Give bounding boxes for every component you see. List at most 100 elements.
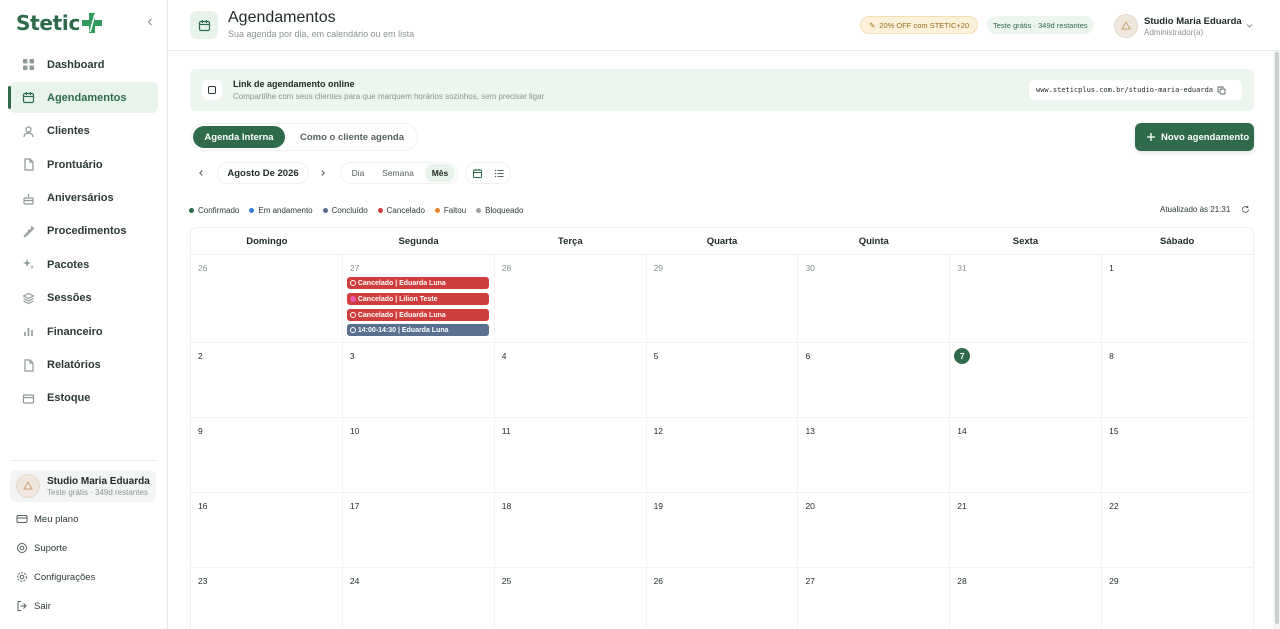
today-badge: 7: [954, 348, 971, 364]
logout-link[interactable]: Sair: [16, 599, 51, 613]
sidebar-item-estoque[interactable]: Estoque: [10, 383, 158, 414]
sidebar-item-aniversarios[interactable]: Aniversários: [10, 183, 158, 214]
refresh-icon[interactable]: [1241, 205, 1250, 214]
calendar-day[interactable]: 21: [950, 493, 1103, 567]
studio-card[interactable]: Studio Maria Eduarda Teste grátis · 349d…: [10, 470, 156, 502]
calendar-day[interactable]: 17: [343, 493, 495, 567]
sidebar-item-dashboard[interactable]: Dashboard: [10, 49, 158, 80]
calendar-day[interactable]: 5: [647, 343, 799, 417]
calendar-day[interactable]: 12: [647, 418, 799, 492]
page-subtitle: Sua agenda por dia, em calendário ou em …: [228, 29, 415, 39]
page-header: Agendamentos Sua agenda por dia, em cale…: [168, 0, 1280, 51]
calendar-day[interactable]: 29: [1102, 568, 1253, 628]
banner-subtitle: Compartilhe com seus clientes para que m…: [233, 92, 545, 101]
view-month-button[interactable]: Mês: [425, 164, 455, 182]
sidebar-item-pacotes[interactable]: Pacotes: [10, 249, 158, 280]
file-icon: [22, 358, 35, 372]
promo-badge[interactable]: ✎ 20% OFF com STETIC+20: [860, 16, 979, 34]
calendar-day[interactable]: 13: [798, 418, 951, 492]
sidebar-item-clientes[interactable]: Clientes: [10, 116, 158, 147]
copy-icon[interactable]: [1217, 86, 1226, 95]
view-day-button[interactable]: Dia: [343, 164, 373, 182]
sidebar-item-label: Prontuário: [47, 158, 103, 171]
calendar-day[interactable]: 6: [798, 343, 951, 417]
sidebar-item-sessoes[interactable]: Sessões: [10, 283, 158, 314]
sidebar-item-prontuario[interactable]: Prontuário: [10, 149, 158, 180]
tab-agenda-interna[interactable]: Agenda Interna: [193, 126, 285, 148]
sidebar-item-label: Sessões: [47, 292, 92, 305]
appointment-label: Cancelado | Eduarda Luna: [357, 311, 446, 319]
user-name: Studio Maria Eduarda: [1144, 15, 1242, 27]
sidebar-item-relatorios[interactable]: Relatórios: [10, 350, 158, 381]
calendar-day[interactable]: 25: [495, 568, 647, 628]
appointment-chip[interactable]: Cancelado | Eduarda Luna: [346, 309, 489, 321]
gear-icon: [16, 571, 28, 583]
calendar-day[interactable]: 1: [1102, 255, 1253, 342]
calendar-day[interactable]: 11: [495, 418, 647, 492]
calendar-day[interactable]: 16: [191, 493, 343, 567]
calendar-view-icon[interactable]: [472, 168, 483, 179]
syringe-icon: [22, 225, 35, 238]
calendar-day[interactable]: 26: [647, 568, 799, 628]
list-view-icon[interactable]: [494, 168, 505, 179]
support-link[interactable]: Suporte: [16, 541, 67, 555]
calendar-day[interactable]: 14: [950, 418, 1103, 492]
bar-chart-icon: [22, 325, 35, 338]
calendar-day[interactable]: 2: [191, 343, 343, 417]
app-root: Stetic Dashboard Agendamentos Clientes P…: [0, 0, 1280, 629]
calendar-day[interactable]: 15: [1102, 418, 1253, 492]
calendar-day[interactable]: 4: [495, 343, 647, 417]
sidebar-divider: [10, 460, 156, 461]
calendar-day[interactable]: 22: [1102, 493, 1253, 567]
tab-como-cliente-agenda[interactable]: Como o cliente agenda: [293, 126, 411, 148]
tag-icon: ✎: [869, 20, 876, 30]
appointment-chip[interactable]: 14:00-14:30 | Eduarda Luna: [346, 324, 489, 336]
calendar-day[interactable]: 23: [191, 568, 343, 628]
next-month-button[interactable]: [318, 168, 328, 178]
calendar-day[interactable]: 30: [798, 255, 951, 342]
appointment-chip[interactable]: Cancelado | Lilion Teste: [346, 293, 489, 305]
appointment-chip[interactable]: Cancelado | Eduarda Luna: [346, 277, 489, 289]
scrollbar-thumb[interactable]: [1275, 52, 1279, 624]
calendar-day[interactable]: 27 Cancelado | Eduarda Luna Cancelado | …: [343, 255, 495, 342]
calendar-day[interactable]: 28: [950, 568, 1103, 628]
calendar-day[interactable]: 3: [343, 343, 495, 417]
user-role: Administrador(a): [1144, 27, 1204, 37]
calendar-day[interactable]: 28: [495, 255, 647, 342]
settings-link[interactable]: Configurações: [16, 570, 95, 584]
calendar-day[interactable]: 10: [343, 418, 495, 492]
collapse-sidebar-icon[interactable]: [144, 16, 156, 28]
support-label: Suporte: [34, 542, 68, 554]
calendar-day[interactable]: 26: [191, 255, 343, 342]
sidebar-item-agendamentos[interactable]: Agendamentos: [8, 82, 158, 114]
calendar-day[interactable]: 29: [647, 255, 799, 342]
prev-month-button[interactable]: [196, 168, 206, 178]
calendar-day-today[interactable]: 7: [950, 343, 1103, 417]
chevron-down-icon[interactable]: [1245, 21, 1254, 30]
calendar-day[interactable]: 9: [191, 418, 343, 492]
view-week-button[interactable]: Semana: [377, 164, 419, 182]
day-number: 17: [349, 501, 360, 511]
sidebar-item-procedimentos[interactable]: Procedimentos: [10, 216, 158, 247]
user-icon: [22, 125, 35, 138]
new-appointment-button[interactable]: Novo agendamento: [1135, 123, 1254, 151]
booking-url-field[interactable]: www.steticplus.com.br/studio-maria-eduar…: [1029, 80, 1242, 100]
calendar-day[interactable]: 31: [950, 255, 1103, 342]
calendar-day[interactable]: 27: [798, 568, 951, 628]
logout-label: Sair: [34, 600, 51, 612]
sidebar-item-financeiro[interactable]: Financeiro: [10, 316, 158, 347]
current-month[interactable]: Agosto De 2026: [217, 162, 309, 184]
calendar-day[interactable]: 18: [495, 493, 647, 567]
calendar-day[interactable]: 19: [647, 493, 799, 567]
calendar-day[interactable]: 24: [343, 568, 495, 628]
legend-label: Bloqueado: [485, 205, 524, 215]
legend-dot: [249, 207, 255, 213]
calendar-day[interactable]: 8: [1102, 343, 1253, 417]
user-menu[interactable]: Studio Maria Eduarda Administrador(a): [1114, 13, 1242, 39]
cake-icon: [22, 192, 35, 205]
calendar-day[interactable]: 20: [798, 493, 951, 567]
appointment-label: Cancelado | Lilion Teste: [357, 295, 438, 303]
my-plan-link[interactable]: Meu plano: [16, 512, 78, 526]
logo[interactable]: Stetic: [16, 10, 103, 36]
sidebar-item-label: Agendamentos: [47, 91, 127, 104]
